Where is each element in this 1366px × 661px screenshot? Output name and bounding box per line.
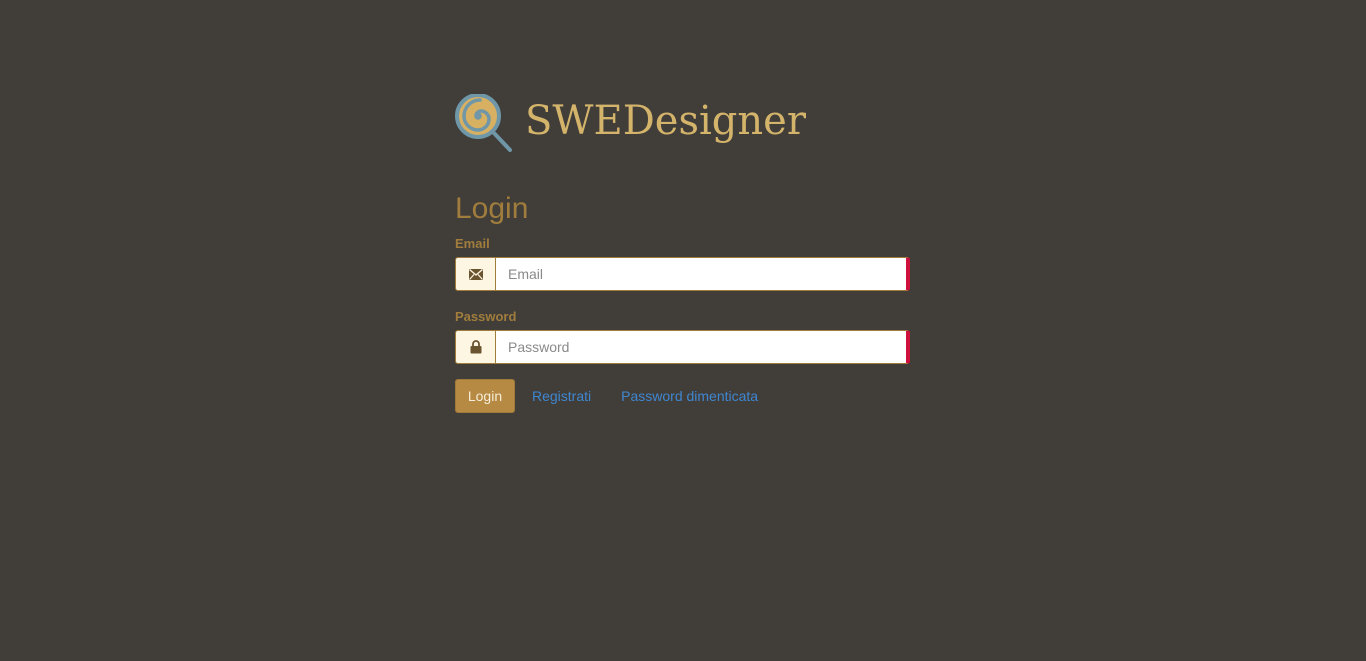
brand-name: SWEDesigner xyxy=(525,98,806,144)
brand: SWEDesigner xyxy=(455,92,910,154)
form-actions: Login Registrati Password dimenticata xyxy=(455,379,910,413)
email-input-group xyxy=(455,257,910,291)
password-addon xyxy=(455,330,495,364)
envelope-icon xyxy=(468,268,483,280)
password-input-group xyxy=(455,330,910,364)
email-label: Email xyxy=(455,236,490,251)
lollipop-magnifier-icon xyxy=(455,94,512,152)
page-title: Login xyxy=(455,192,529,225)
password-label: Password xyxy=(455,309,517,324)
forgot-password-link[interactable]: Password dimenticata xyxy=(621,388,758,404)
email-addon xyxy=(455,257,495,291)
login-container: SWEDesigner Login Email Password Login R… xyxy=(455,92,910,413)
register-link[interactable]: Registrati xyxy=(532,388,591,404)
password-input[interactable] xyxy=(495,330,910,364)
login-button[interactable]: Login xyxy=(455,379,515,413)
email-input[interactable] xyxy=(495,257,910,291)
lock-icon xyxy=(470,340,481,354)
